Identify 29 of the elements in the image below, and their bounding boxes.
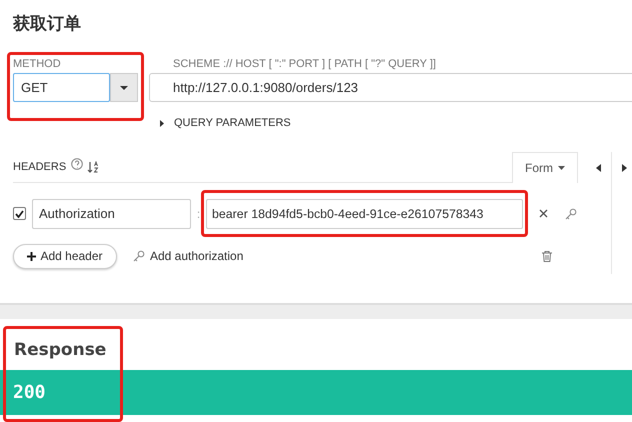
status-code: 200 [13,382,46,403]
method-field[interactable]: GET [13,73,110,102]
add-authorization-link[interactable]: Add authorization [133,249,244,263]
help-icon[interactable] [71,158,84,170]
headers-label: HEADERS [13,161,66,173]
add-header-button[interactable]: Add header [13,244,117,268]
method-label: METHOD [13,58,62,71]
sort-icon[interactable] [87,161,100,173]
key-icon [133,250,145,262]
close-icon[interactable] [539,209,548,218]
expand-icon [160,120,164,126]
url-field[interactable]: http://127.0.0.1:9080/orders/123 [149,73,632,102]
key-icon[interactable] [565,208,577,220]
response-title: Response [13,340,108,362]
trash-icon[interactable] [542,250,552,262]
dropdown-button[interactable] [110,73,138,102]
plus-icon [27,252,36,260]
previous-icon[interactable] [596,164,601,172]
header-name-field[interactable]: Authorization [32,198,191,228]
next-icon[interactable] [622,164,627,172]
checkbox[interactable] [13,207,26,220]
query-parameters-toggle[interactable]: QUERY PARAMETERS [160,117,310,129]
page-title: 获取订单 [12,13,82,36]
separator-text: : [196,206,202,220]
form-dropdown[interactable]: Form [512,152,578,182]
caret-icon [120,86,128,90]
caret-icon [558,166,565,170]
url-label: SCHEME :// HOST [ ":" PORT ] [ PATH [ "?" QUERY ]] [172,58,437,71]
header-value-field[interactable]: bearer 18d94fd5-bcb0-4eed-91ce-e26107578343 [206,198,523,228]
